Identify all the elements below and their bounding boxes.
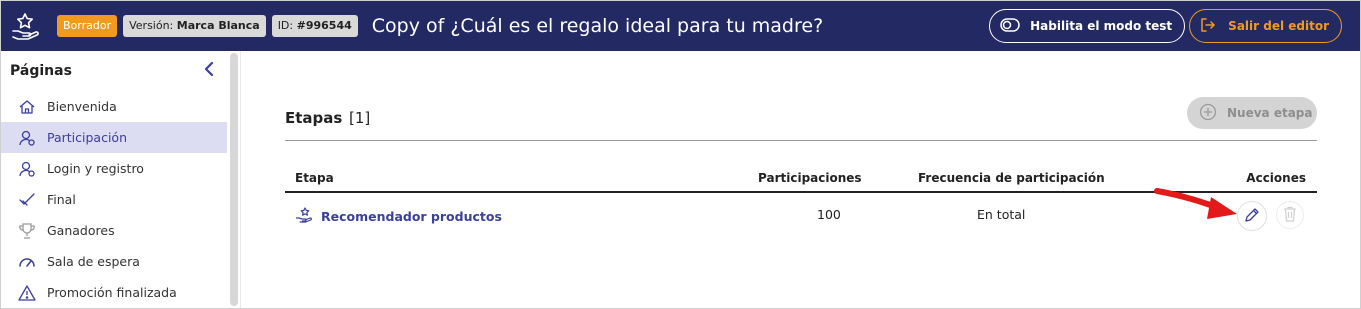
new-stage-button[interactable]: Nueva etapa — [1187, 97, 1317, 129]
id-value: #996544 — [296, 19, 352, 32]
col-participations-header: Participaciones — [758, 171, 862, 185]
sidebar: Páginas Bienvenida Participación Login y… — [1, 51, 229, 308]
sidebar-scrollbar[interactable] — [230, 53, 238, 306]
stage-link[interactable]: Recomendador productos — [295, 207, 502, 226]
sidebar-item-login[interactable]: Login y registro — [1, 153, 227, 184]
pencil-icon — [1244, 207, 1260, 226]
edit-button[interactable] — [1237, 201, 1267, 231]
sidebar-item-label: Participación — [47, 130, 128, 145]
sidebar-item-label: Final — [47, 192, 76, 207]
sidebar-item-bienvenida[interactable]: Bienvenida — [1, 91, 227, 122]
frequency-value: En total — [977, 207, 1026, 222]
new-stage-label: Nueva etapa — [1227, 106, 1313, 120]
test-mode-label: Habilita el modo test — [1030, 19, 1173, 33]
warning-icon — [17, 283, 37, 303]
sidebar-item-sala-espera[interactable]: Sala de espera — [1, 246, 227, 277]
version-badge: Versión: Marca Blanca — [123, 15, 266, 37]
version-value: Marca Blanca — [176, 19, 260, 32]
stage-star-hand-icon — [295, 207, 313, 226]
col-stage-header: Etapa — [295, 171, 334, 185]
sidebar-item-promocion-finalizada[interactable]: Promoción finalizada — [1, 277, 227, 308]
sidebar-item-label: Promoción finalizada — [47, 285, 177, 300]
test-mode-button[interactable]: Habilita el modo test — [989, 9, 1186, 43]
gauge-icon — [17, 252, 37, 272]
sidebar-item-label: Login y registro — [47, 161, 144, 176]
stages-header: Etapas [1] Nueva etapa — [285, 97, 1317, 141]
exit-icon — [1200, 17, 1216, 36]
version-label: Versión: — [129, 19, 174, 32]
top-bar: Borrador Versión: Marca Blanca ID: #9965… — [1, 1, 1360, 51]
sidebar-item-label: Bienvenida — [47, 99, 117, 114]
page-title: Copy of ¿Cuál es el regalo ideal para tu… — [371, 15, 824, 37]
exit-editor-button[interactable]: Salir del editor — [1189, 9, 1342, 43]
toggle-icon — [1000, 17, 1020, 35]
trash-icon — [1283, 206, 1297, 225]
col-actions-header: Acciones — [1246, 171, 1306, 185]
col-frequency-header: Frecuencia de participación — [918, 171, 1105, 185]
sidebar-item-label: Ganadores — [47, 223, 115, 238]
editor-window: Borrador Versión: Marca Blanca ID: #9965… — [0, 0, 1361, 309]
id-label: ID: — [277, 19, 294, 32]
app-logo-icon — [7, 8, 43, 44]
home-icon — [17, 97, 37, 117]
sidebar-item-ganadores[interactable]: Ganadores — [1, 215, 227, 246]
check-icon — [17, 190, 37, 210]
exit-editor-label: Salir del editor — [1228, 19, 1329, 33]
stages-title: Etapas — [285, 109, 343, 127]
id-badge: ID: #996544 — [271, 15, 358, 37]
stages-count: [1] — [349, 109, 371, 127]
sidebar-header: Páginas — [1, 51, 229, 91]
plus-circle-icon — [1199, 103, 1217, 124]
stage-name: Recomendador productos — [321, 209, 502, 224]
sidebar-item-participacion[interactable]: Participación — [1, 122, 227, 153]
participations-value: 100 — [817, 207, 841, 222]
collapse-chevron-icon[interactable] — [203, 61, 215, 81]
sidebar-title: Páginas — [10, 63, 72, 79]
sidebar-item-label: Sala de espera — [47, 254, 140, 269]
delete-button[interactable] — [1276, 201, 1304, 229]
annotation-arrow — [1151, 183, 1239, 227]
user-login-icon — [17, 159, 37, 179]
sidebar-item-final[interactable]: Final — [1, 184, 227, 215]
trophy-icon — [17, 221, 37, 241]
user-participation-icon — [17, 128, 37, 148]
draft-badge: Borrador — [57, 15, 118, 37]
sidebar-divider — [240, 51, 241, 308]
